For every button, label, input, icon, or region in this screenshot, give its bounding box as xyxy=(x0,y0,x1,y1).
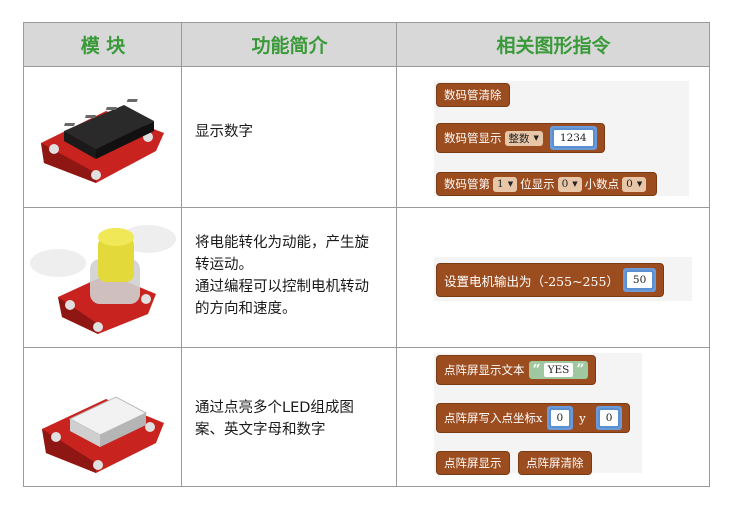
block-label: 点阵屏显示 xyxy=(444,456,502,470)
number-socket: 50 xyxy=(622,268,657,292)
value-dropdown[interactable]: 0 ▼ xyxy=(557,176,582,192)
number-socket: 1234 xyxy=(549,126,597,150)
intro-line: 显示数字 xyxy=(195,124,253,140)
number-input[interactable]: 1234 xyxy=(551,128,595,148)
number-socket: 0 xyxy=(546,406,574,430)
block-area-1: 数码管清除 数码管显示 整数 ▼ 1234 数码管第 1 ▼ 位显示 0 ▼ 小数点 … xyxy=(434,81,689,196)
number-socket: 0 xyxy=(595,406,623,430)
intro-text-1: 显示数字 xyxy=(195,121,395,143)
block-label: 点阵屏清除 xyxy=(526,456,584,470)
intro-text-2: 将电能转化为动能，产生旋 转运动。 通过编程可以控制电机转动 的方向和速度。 xyxy=(195,232,395,320)
dropdown-value: 0 xyxy=(561,178,569,190)
type-dropdown[interactable]: 整数 ▼ xyxy=(504,130,543,146)
block-motor-output[interactable]: 设置电机输出为（-255~255） 50 xyxy=(436,263,665,297)
block-matrix-show[interactable]: 点阵屏显示 xyxy=(436,451,510,475)
motor-fan-module-image xyxy=(28,219,178,344)
block-area-3: 点阵屏显示文本 “YES” 点阵屏写入点坐标x 0 y 0 点阵屏显示 点阵屏清… xyxy=(434,353,642,475)
block-matrix-clear[interactable]: 点阵屏清除 xyxy=(518,451,592,475)
dot-dropdown[interactable]: 0 ▼ xyxy=(622,176,647,192)
block-label: y xyxy=(579,411,586,425)
module-table: 模 块 功能简介 相关图形指令 显示数字 数码管清除 数码管显示 整数 ▼ 12… xyxy=(23,22,710,487)
motor-value-input[interactable]: 50 xyxy=(624,270,655,290)
block-matrix-point[interactable]: 点阵屏写入点坐标x 0 y 0 xyxy=(436,403,631,433)
intro-line: 将电能转化为动能，产生旋 xyxy=(195,235,369,251)
block-label: 点阵屏写入点坐标x xyxy=(444,411,543,425)
dropdown-value: 0 xyxy=(626,178,633,190)
intro-line: 转运动。 xyxy=(195,257,253,273)
block-label: 数码管第 xyxy=(444,177,490,191)
dropdown-arrow-icon: ▼ xyxy=(507,180,514,188)
block-area-2: 设置电机输出为（-255~255） 50 xyxy=(434,257,692,301)
block-digit-position[interactable]: 数码管第 1 ▼ 位显示 0 ▼ 小数点 0 ▼ xyxy=(436,172,658,196)
header-intro: 功能简介 xyxy=(251,35,328,57)
seven-segment-module-image xyxy=(36,93,166,193)
dropdown-arrow-icon: ▼ xyxy=(533,134,539,142)
header-module: 模 块 xyxy=(80,35,126,57)
block-label: 数码管显示 xyxy=(444,131,502,145)
dropdown-arrow-icon: ▼ xyxy=(636,180,643,188)
dropdown-value: 整数 xyxy=(508,132,530,145)
block-digit-clear[interactable]: 数码管清除 xyxy=(436,83,510,107)
dropdown-arrow-icon: ▼ xyxy=(572,180,578,188)
block-label: 小数点 xyxy=(584,177,620,191)
position-dropdown[interactable]: 1 ▼ xyxy=(493,176,518,192)
x-input[interactable]: 0 xyxy=(548,408,572,428)
block-label: 位显示 xyxy=(520,177,555,191)
text-input[interactable]: YES xyxy=(543,363,574,377)
intro-text-3: 通过点亮多个LED组成图 案、英文字母和数字 xyxy=(195,397,395,441)
table-header: 模 块 功能简介 相关图形指令 xyxy=(24,23,709,66)
string-socket: “YES” xyxy=(528,361,589,379)
intro-line: 案、英文字母和数字 xyxy=(195,422,326,438)
intro-line: 通过编程可以控制电机转动 xyxy=(195,279,369,295)
y-input[interactable]: 0 xyxy=(597,408,621,428)
intro-line: 通过点亮多个LED组成图 xyxy=(195,400,354,416)
block-label: 点阵屏显示文本 xyxy=(444,363,525,377)
block-digit-display[interactable]: 数码管显示 整数 ▼ 1234 xyxy=(436,123,605,153)
led-matrix-module-image xyxy=(38,371,168,481)
block-matrix-text[interactable]: 点阵屏显示文本 “YES” xyxy=(436,355,597,385)
header-blocks: 相关图形指令 xyxy=(496,35,611,57)
dropdown-value: 1 xyxy=(497,178,504,190)
intro-line: 的方向和速度。 xyxy=(195,301,297,317)
block-label: 数码管清除 xyxy=(444,88,502,102)
block-label: 设置电机输出为（-255~255） xyxy=(444,273,619,289)
